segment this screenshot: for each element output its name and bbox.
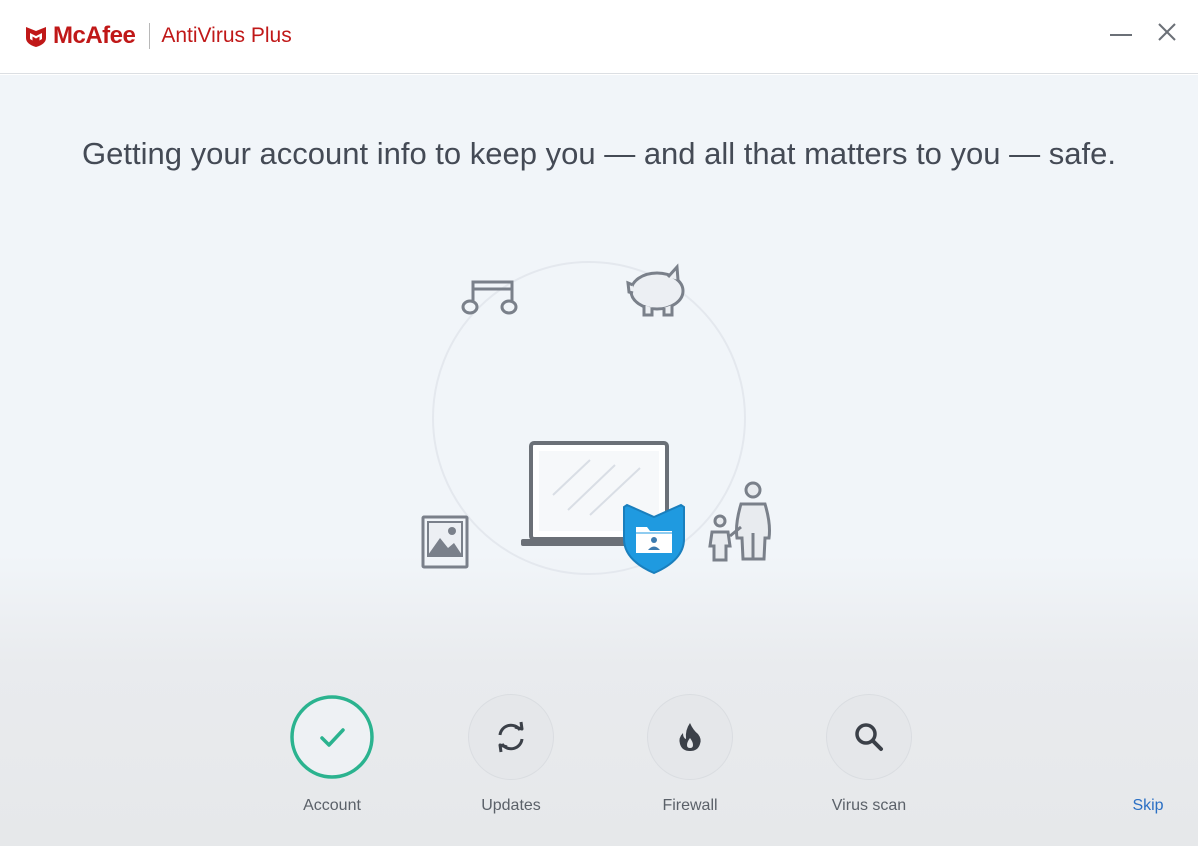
title-bar: McAfee AntiVirus Plus xyxy=(0,0,1198,74)
skip-link[interactable]: Skip xyxy=(1118,797,1178,815)
step-account-label: Account xyxy=(303,797,361,814)
check-icon xyxy=(320,728,345,747)
piggy-bank-icon xyxy=(626,263,685,317)
brand-name: McAfee xyxy=(53,22,136,49)
close-icon[interactable] xyxy=(1152,18,1182,48)
family-icon xyxy=(708,481,771,562)
product-name: AntiVirus Plus xyxy=(161,24,292,47)
step-virus-scan-circle xyxy=(827,695,911,779)
step-firewall: Firewall xyxy=(620,695,760,825)
step-firewall-circle xyxy=(648,695,732,779)
step-account: Account xyxy=(262,695,402,825)
step-virus-scan: Virus scan xyxy=(799,695,939,825)
flame-icon xyxy=(679,723,701,751)
search-icon xyxy=(855,723,883,751)
main-panel: Getting your account info to keep you — … xyxy=(0,75,1198,846)
mcafee-shield-icon xyxy=(26,27,46,47)
step-firewall-label: Firewall xyxy=(662,797,718,814)
brand-logo: McAfee AntiVirus Plus xyxy=(24,20,292,52)
refresh-icon xyxy=(498,721,524,753)
setup-steps: Account Updates Firewall Virus scan xyxy=(0,695,1198,825)
step-updates-label: Updates xyxy=(481,797,541,814)
step-updates-circle xyxy=(469,695,553,779)
photo-icon xyxy=(421,515,469,569)
step-account-circle xyxy=(290,695,374,779)
brand-divider xyxy=(149,23,151,49)
minimize-icon[interactable] xyxy=(1106,18,1136,48)
step-virus-scan-label: Virus scan xyxy=(831,797,907,814)
page-headline: Getting your account info to keep you — … xyxy=(82,136,1116,171)
step-updates: Updates xyxy=(441,695,581,825)
protection-illustration xyxy=(421,261,771,575)
